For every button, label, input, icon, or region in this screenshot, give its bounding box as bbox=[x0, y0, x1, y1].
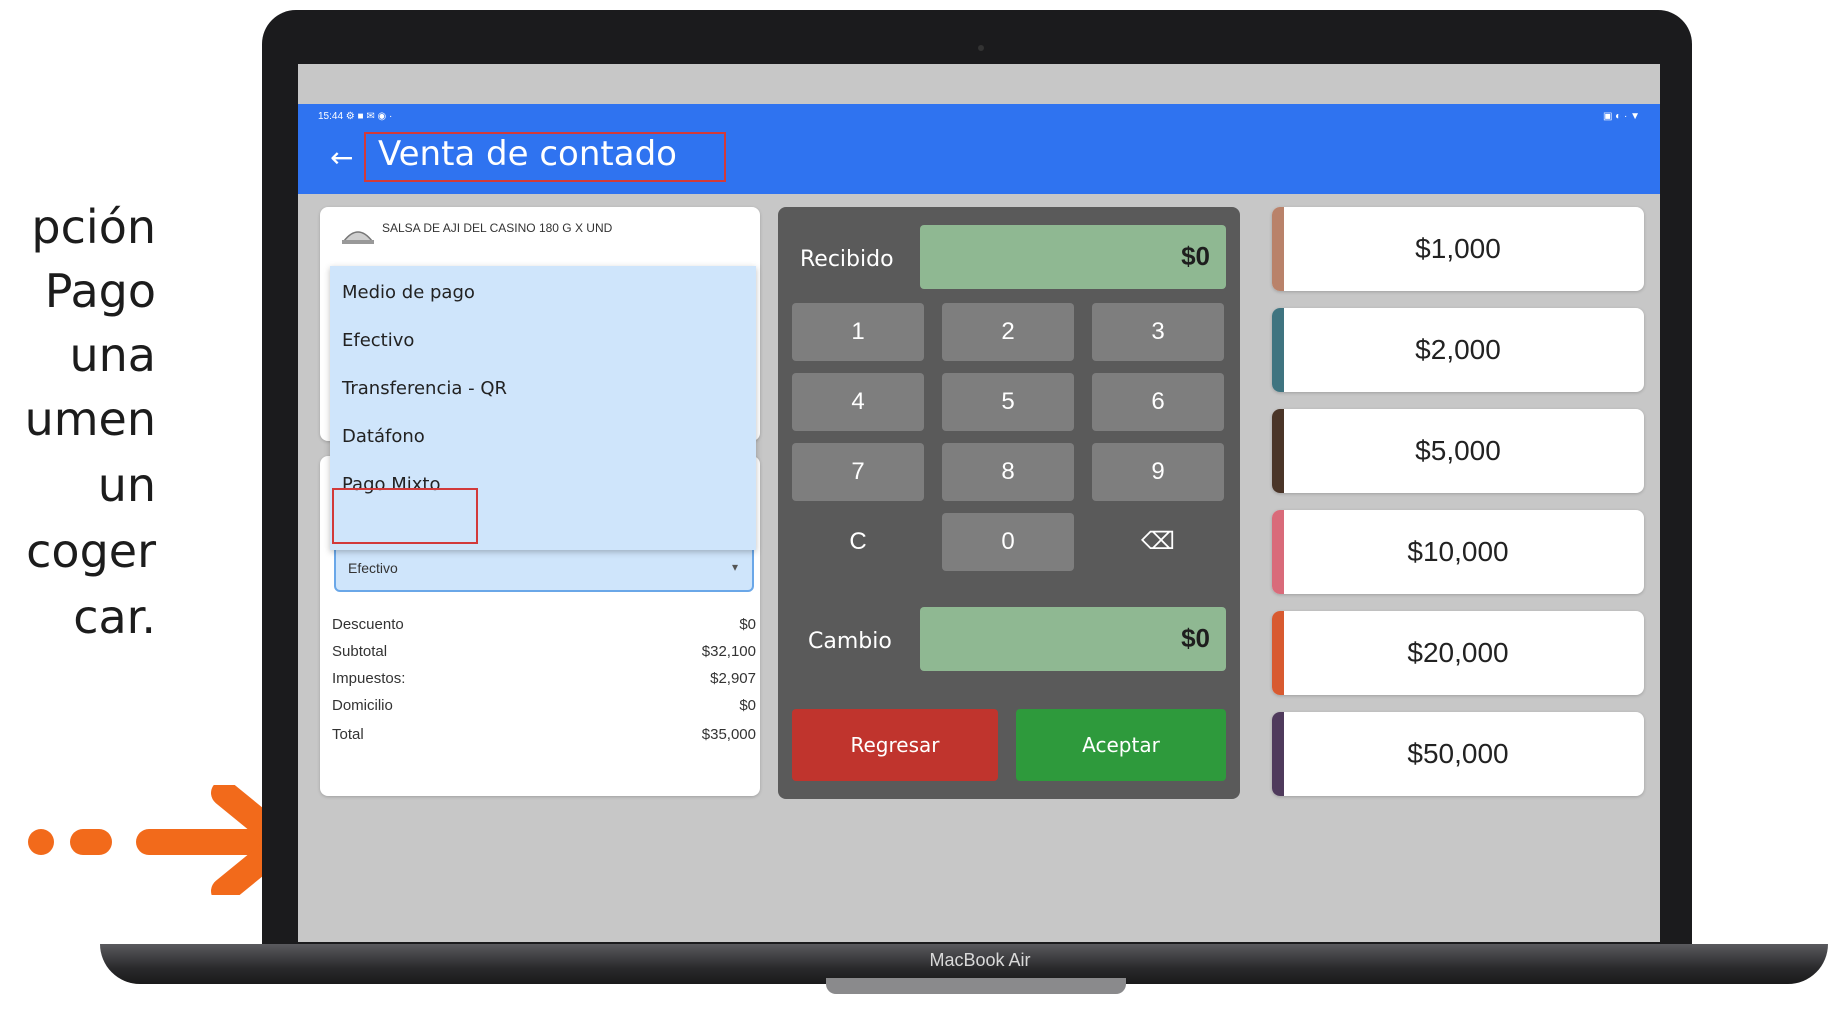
summary-label: Domicilio bbox=[332, 697, 393, 714]
key-5[interactable]: 5 bbox=[942, 373, 1074, 431]
payment-method-select[interactable]: Efectivo ▾ bbox=[334, 544, 754, 592]
pago-mixto-highlight bbox=[332, 488, 478, 544]
summary-label: Subtotal bbox=[332, 643, 388, 660]
denomination-label: $1,000 bbox=[1415, 233, 1501, 264]
summary-row: Domicilio $0 bbox=[332, 697, 756, 714]
payment-method-value: Efectivo bbox=[348, 560, 398, 576]
summary-label: Impuestos: bbox=[332, 670, 406, 687]
key-8[interactable]: 8 bbox=[942, 443, 1074, 501]
product-name: SALSA DE AJI DEL CASINO 180 G X UND bbox=[382, 221, 613, 235]
received-value: $0 bbox=[1181, 241, 1210, 271]
aceptar-button[interactable]: Aceptar bbox=[1016, 709, 1226, 781]
dropdown-option-datafono[interactable]: Datáfono bbox=[342, 426, 425, 447]
app-screen: 15:44 ⚙ ■ ✉ ◉ · ▣ ◐ · ▼ ← Venta de conta… bbox=[298, 64, 1660, 942]
summary-row: Descuento $0 bbox=[332, 616, 756, 633]
summary-value: $35,000 bbox=[701, 726, 756, 743]
change-value: $0 bbox=[1181, 623, 1210, 653]
received-label: Recibido bbox=[800, 247, 894, 272]
dropdown-option-transferencia[interactable]: Transferencia - QR bbox=[342, 378, 507, 399]
denomination-button[interactable]: $1,000 bbox=[1272, 207, 1644, 291]
key-clear[interactable]: C bbox=[792, 513, 924, 571]
status-bar-left: 15:44 ⚙ ■ ✉ ◉ · bbox=[318, 111, 393, 122]
page-title: Venta de contado bbox=[378, 134, 677, 174]
summary-row: Total $35,000 bbox=[332, 726, 756, 743]
side-text-line: un bbox=[97, 458, 156, 512]
side-text-line: umen bbox=[24, 392, 156, 446]
arrow-left-icon[interactable]: ← bbox=[330, 144, 353, 172]
change-field: $0 bbox=[920, 607, 1226, 671]
summary-label: Total bbox=[332, 726, 364, 743]
summary-label: Descuento bbox=[332, 616, 404, 633]
dropdown-option-efectivo[interactable]: Efectivo bbox=[342, 330, 414, 351]
denomination-button[interactable]: $5,000 bbox=[1272, 409, 1644, 493]
caret-down-icon: ▾ bbox=[731, 560, 738, 574]
side-text-line: coger bbox=[26, 524, 156, 578]
key-7[interactable]: 7 bbox=[792, 443, 924, 501]
change-label: Cambio bbox=[808, 629, 892, 654]
side-text-line: car. bbox=[73, 590, 156, 644]
key-9[interactable]: 9 bbox=[1092, 443, 1224, 501]
denomination-button[interactable]: $50,000 bbox=[1272, 712, 1644, 796]
summary-row: Subtotal $32,100 bbox=[332, 643, 756, 660]
key-1[interactable]: 1 bbox=[792, 303, 924, 361]
denomination-button[interactable]: $10,000 bbox=[1272, 510, 1644, 594]
summary-value: $0 bbox=[739, 697, 756, 714]
denomination-label: $50,000 bbox=[1407, 738, 1509, 769]
camera-icon bbox=[978, 45, 984, 51]
dropdown-header: Medio de pago bbox=[342, 282, 475, 303]
key-4[interactable]: 4 bbox=[792, 373, 924, 431]
denomination-label: $2,000 bbox=[1415, 334, 1501, 365]
product-image-icon bbox=[342, 231, 374, 244]
laptop-notch bbox=[826, 978, 1126, 994]
summary-value: $2,907 bbox=[710, 670, 756, 687]
denomination-label: $10,000 bbox=[1407, 536, 1509, 567]
key-0[interactable]: 0 bbox=[942, 513, 1074, 571]
key-6[interactable]: 6 bbox=[1092, 373, 1224, 431]
cash-keypad: Recibido $0 1 2 3 4 5 6 7 8 9 C 0 ⌫ Camb… bbox=[778, 207, 1240, 799]
summary-value: $32,100 bbox=[701, 643, 756, 660]
side-text-line: una bbox=[69, 328, 157, 382]
summary-value: $0 bbox=[739, 616, 756, 633]
key-3[interactable]: 3 bbox=[1092, 303, 1224, 361]
summary-row: Impuestos: $2,907 bbox=[332, 670, 756, 687]
regresar-button[interactable]: Regresar bbox=[792, 709, 998, 781]
key-2[interactable]: 2 bbox=[942, 303, 1074, 361]
status-bar-right: ▣ ◐ · ▼ bbox=[1602, 111, 1640, 122]
side-text-line: Pago bbox=[44, 264, 156, 318]
denomination-button[interactable]: $20,000 bbox=[1272, 611, 1644, 695]
side-text-line: pción bbox=[31, 200, 156, 254]
device-label: MacBook Air bbox=[929, 950, 1031, 970]
backspace-icon[interactable]: ⌫ bbox=[1092, 513, 1224, 571]
denomination-label: $20,000 bbox=[1407, 637, 1509, 668]
received-field[interactable]: $0 bbox=[920, 225, 1226, 289]
denomination-button[interactable]: $2,000 bbox=[1272, 308, 1644, 392]
denomination-label: $5,000 bbox=[1415, 435, 1501, 466]
